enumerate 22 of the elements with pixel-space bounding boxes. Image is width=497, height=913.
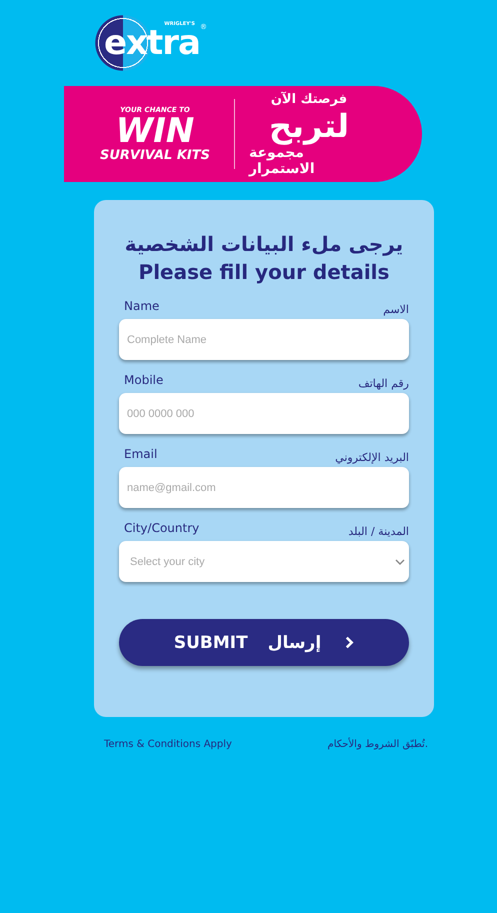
banner-caption: مجموعة الاستمرار [249,144,315,176]
chevron-right-icon [345,636,354,649]
field-label: Email [124,447,158,461]
input-field[interactable]: Complete Name [119,319,409,360]
banner-caption: SURVIVAL KITS [100,148,210,162]
field-label: الاسم [383,303,409,316]
field-label: المدينة / البلد [348,525,409,538]
terms-link[interactable]: تُطبّق الشروط والأحكام. [328,739,428,750]
terms-link[interactable]: Terms & Conditions Apply [104,739,232,750]
field-label: Name [124,299,160,313]
form-title: Please fill your details [138,259,390,286]
field-label: رقم الهاتف [358,377,409,390]
chevron-down-icon [395,558,405,564]
banner-headline: WIN [116,114,194,148]
banner-subtitle: فرصتك الآن [270,92,348,106]
input-field[interactable]: 000 0000 000 [119,393,409,434]
input-field[interactable]: name@gmail.com [119,467,409,508]
field-label: City/Country [124,521,200,535]
field-label: البريد الإلكتروني [335,451,409,464]
form-title: يرجى ملء البيانات الشخصية [124,231,404,258]
banner-headline: لتربح [268,106,350,144]
field-label: Mobile [124,373,164,387]
